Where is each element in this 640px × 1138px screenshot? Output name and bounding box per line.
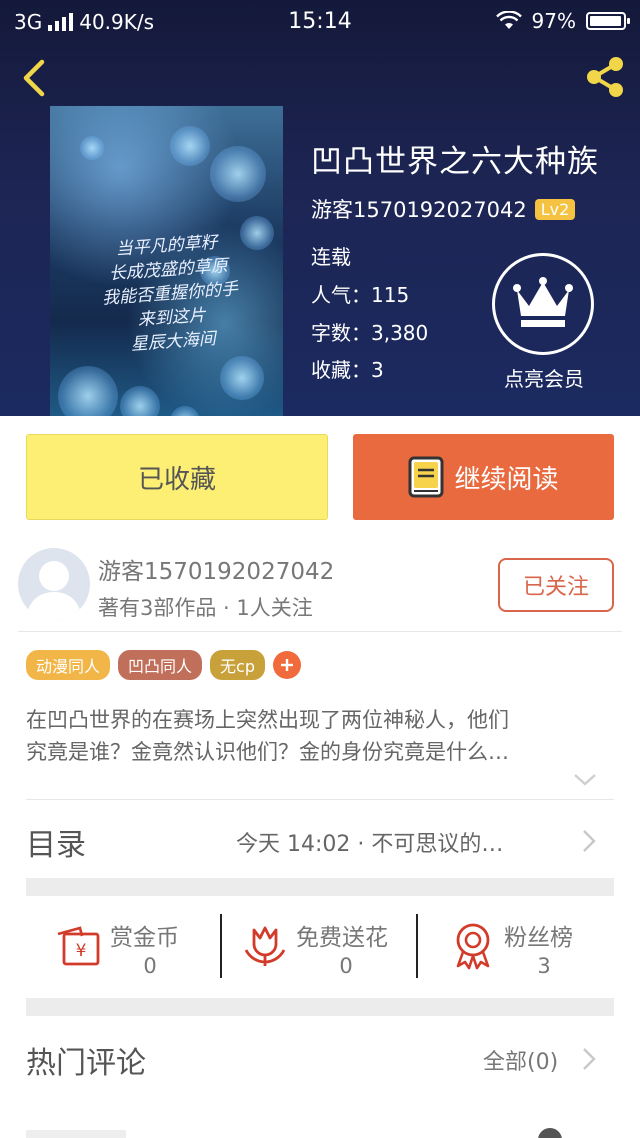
wifi-icon — [495, 11, 522, 29]
next-section-peek — [0, 1124, 640, 1138]
share-icon — [587, 57, 623, 97]
free-flower-stat[interactable]: 免费送花 0 — [240, 896, 410, 998]
hot-comments-header: 热门评论 全部(0) — [0, 1016, 640, 1096]
continue-reading-button[interactable]: 继续阅读 — [353, 434, 614, 520]
cover-bokeh — [58, 366, 118, 416]
author-line[interactable]: 游客1570192027042 Lv2 — [311, 194, 576, 224]
serial-status: 连载 — [311, 245, 351, 269]
support-stats: ¥ 赏金币 0 免费送花 0 粉丝榜 3 — [0, 896, 640, 998]
add-tag-button[interactable] — [273, 651, 301, 679]
stat-value-text: 0 — [339, 954, 353, 978]
vip-label: 点亮会员 — [504, 367, 584, 391]
catalog-row[interactable]: 目录 今天 14:02 · 不可思议的… — [0, 800, 640, 878]
flower-icon — [244, 926, 286, 966]
synopsis-line: 究竟是谁？金竟然认识他们？金的身份究竟是什么… — [26, 740, 509, 764]
popularity-stat: 人气：115 — [311, 283, 410, 307]
follow-button[interactable]: 已关注 — [498, 558, 614, 612]
word-count-stat: 字数：3,380 — [311, 321, 429, 345]
chevron-right-icon — [583, 830, 596, 852]
hot-comments-title: 热门评论 — [26, 1046, 146, 1081]
favorites-stat: 收藏：3 — [311, 358, 384, 382]
author-card-name: 游客1570192027042 — [98, 559, 335, 585]
tag[interactable]: 凹凸同人 — [118, 650, 203, 680]
medal-icon — [456, 923, 490, 970]
avatar[interactable] — [18, 548, 90, 620]
battery-percent: 97% — [531, 9, 576, 33]
latest-chapter: 今天 14:02 · 不可思议的… — [236, 832, 504, 857]
chevron-down-icon[interactable] — [572, 772, 598, 788]
stat-label: 赏金币 — [110, 925, 179, 951]
level-badge: Lv2 — [534, 198, 576, 220]
battery-icon — [586, 12, 630, 30]
author-card-summary: 著有3部作品 · 1人关注 — [98, 596, 313, 620]
follow-label: 已关注 — [522, 575, 589, 600]
continue-reading-label: 继续阅读 — [454, 464, 559, 495]
cover-poem: 当平凡的草籽 长成茂盛的草原 我能否重握你的手 来到这片 星辰大海间 — [66, 227, 274, 361]
back-button[interactable] — [16, 56, 56, 100]
stat-value: 0 — [110, 954, 190, 978]
synopsis[interactable]: 在凹凸世界的在赛场上突然出现了两位神秘人，他们 究竟是谁？金竟然认识他们？金的身… — [26, 704, 616, 768]
cover-bokeh — [220, 356, 264, 400]
share-button[interactable] — [580, 54, 630, 100]
favorited-label: 已收藏 — [137, 464, 216, 495]
tag[interactable]: 无cp — [210, 650, 265, 680]
default-avatar-icon — [26, 561, 82, 620]
cover-bokeh — [170, 406, 200, 416]
stat-value-text: 0 — [143, 954, 157, 978]
cover-bokeh — [80, 136, 104, 160]
stat-value: 3 — [504, 954, 584, 978]
chevron-left-icon — [23, 59, 45, 97]
reward-coin-stat[interactable]: ¥ 赏金币 0 — [54, 896, 214, 998]
book-cover[interactable]: 当平凡的草籽 长成茂盛的草原 我能否重握你的手 来到这片 星辰大海间 — [50, 106, 283, 416]
stat-label: 粉丝榜 — [504, 925, 573, 951]
synopsis-line: 在凹凸世界的在赛场上突然出现了两位神秘人，他们 — [26, 708, 509, 732]
vip-button[interactable]: 点亮会员 — [492, 253, 596, 392]
status-bar: 3G 40.9K/s 15:14 97% — [0, 0, 640, 44]
all-comments-link[interactable]: 全部(0) — [483, 1044, 558, 1076]
stat-divider — [416, 914, 418, 978]
cover-bokeh — [170, 126, 210, 166]
chevron-right-icon — [583, 1048, 596, 1070]
vip-circle — [492, 253, 594, 355]
action-buttons: 已收藏 继续阅读 — [0, 416, 640, 536]
reward-coin-icon: ¥ — [57, 926, 100, 966]
tag[interactable]: 动漫同人 — [26, 650, 111, 680]
book-icon — [408, 456, 444, 498]
stat-divider — [220, 914, 222, 978]
book-header: 3G 40.9K/s 15:14 97% 当平凡的草籽 长成茂盛的草原 我能否重… — [0, 0, 640, 416]
author-card[interactable]: 游客1570192027042 著有3部作品 · 1人关注 已关注 — [0, 536, 640, 632]
crown-icon — [513, 277, 573, 327]
svg-text:¥: ¥ — [76, 941, 87, 961]
cover-bokeh — [210, 146, 266, 202]
plus-icon — [281, 659, 293, 671]
cover-bokeh — [120, 386, 160, 416]
stat-value: 0 — [296, 954, 396, 978]
stat-value-text: 3 — [537, 954, 551, 978]
divider — [18, 631, 622, 632]
catalog-title: 目录 — [26, 828, 86, 863]
tag-list: 动漫同人 凹凸同人 无cp — [26, 650, 301, 680]
book-title: 凹凸世界之六大种族 — [311, 144, 599, 180]
peek-icon — [538, 1128, 562, 1138]
author-name: 游客1570192027042 — [311, 198, 527, 222]
section-separator — [26, 878, 614, 896]
fan-ranking-stat[interactable]: 粉丝榜 3 — [448, 896, 598, 998]
favorited-button[interactable]: 已收藏 — [26, 434, 328, 520]
stat-label: 免费送花 — [296, 925, 388, 951]
section-separator — [26, 998, 614, 1016]
placeholder-bar — [26, 1130, 126, 1138]
